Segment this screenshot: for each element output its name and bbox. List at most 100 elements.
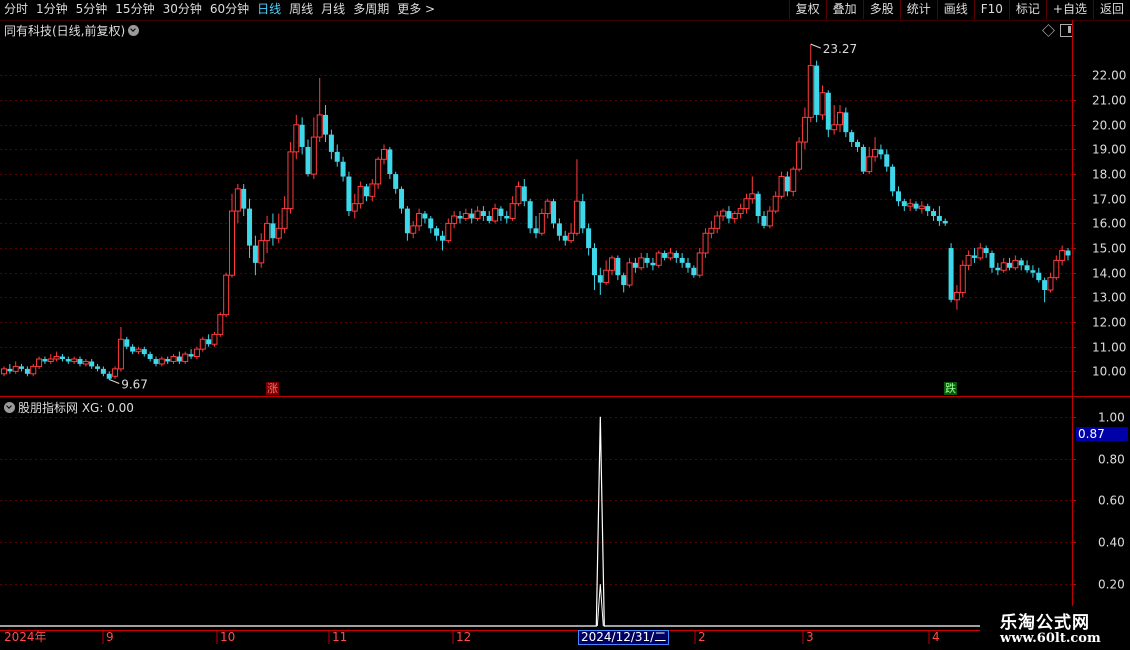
candle-body	[556, 223, 562, 236]
candle-body	[580, 201, 586, 229]
watermark-title: 乐淘公式网	[1000, 613, 1090, 633]
candle-body	[1018, 260, 1024, 266]
candle-body	[474, 210, 481, 219]
candle-body	[141, 349, 147, 355]
y-tick-label: 0.60	[1098, 494, 1125, 508]
candle-body	[989, 252, 995, 268]
candle-body	[281, 208, 288, 229]
candle-body	[404, 208, 410, 234]
candle-body	[1, 368, 7, 375]
candle-body	[591, 248, 597, 276]
candle-body	[19, 366, 25, 369]
candle-body	[819, 92, 826, 116]
date-label-0: 2024年	[4, 630, 47, 644]
candle-body	[346, 176, 352, 212]
y-tick-label: 10.00	[1092, 365, 1126, 379]
candle-body	[95, 366, 101, 369]
y-tick-label: 0.40	[1098, 536, 1125, 550]
candle-body	[410, 225, 417, 234]
candle-body	[696, 252, 703, 276]
candle-body	[936, 216, 942, 221]
y-tick-label: 19.00	[1092, 143, 1126, 157]
candle-body	[533, 228, 539, 234]
candle-body	[135, 348, 142, 353]
candle-body	[165, 359, 171, 362]
candle-body	[685, 262, 691, 268]
candle-body	[691, 267, 697, 276]
candle-body	[655, 252, 662, 266]
kline-chart[interactable]: 10.00 11.00 12.00 13.00 14.00 15.00 16.00 17.00…	[0, 0, 1130, 650]
candle-body	[176, 356, 182, 362]
candle-body	[527, 201, 533, 229]
candle-body	[42, 359, 48, 362]
y-tick-label: 20.00	[1092, 119, 1126, 133]
candle-body	[12, 365, 19, 372]
date-label-4: 12	[456, 630, 472, 644]
y-tick-label: 16.00	[1092, 217, 1126, 231]
candle-body	[393, 174, 399, 189]
candle-body	[247, 208, 253, 246]
candle-body	[188, 354, 194, 357]
high-pointer	[810, 43, 821, 49]
candle-body	[498, 208, 504, 216]
candle-body	[422, 213, 428, 219]
candle-body	[948, 248, 954, 300]
candle-body	[825, 92, 831, 130]
candle-body	[293, 124, 300, 153]
candle-body	[907, 203, 914, 207]
candle-body	[252, 245, 258, 263]
y-tick-label: 13.00	[1092, 291, 1126, 305]
candle-body	[726, 211, 732, 219]
candle-body	[106, 373, 112, 379]
candle-body	[731, 213, 738, 219]
candle-body	[621, 275, 627, 286]
candle-body	[287, 151, 294, 210]
candle-body	[743, 198, 750, 210]
candle-body	[351, 203, 358, 212]
candle-body	[855, 142, 861, 147]
candle-body	[399, 188, 405, 209]
candle-body	[375, 158, 382, 185]
candle-body	[586, 228, 592, 249]
candle-body	[925, 206, 931, 212]
y-tick-label: 14.00	[1092, 267, 1126, 281]
low-pointer	[109, 379, 120, 384]
y-tick-label: 12.00	[1092, 316, 1126, 330]
candle-body	[340, 161, 346, 177]
candle-body	[323, 114, 329, 135]
candle-body	[504, 216, 510, 219]
candle-body	[30, 365, 37, 375]
candle-body	[234, 188, 241, 212]
candle-body	[462, 213, 469, 219]
candle-body	[679, 257, 685, 263]
candle-body	[206, 339, 212, 345]
candle-body	[89, 361, 95, 367]
candle-body	[24, 368, 30, 374]
candle-body	[931, 211, 937, 216]
candle-body	[480, 211, 486, 216]
y-tick-label: 1.00	[1098, 411, 1125, 425]
y-tick-label: 18.00	[1092, 168, 1126, 182]
candle-body	[387, 149, 393, 175]
candle-body	[878, 149, 884, 155]
candle-body	[1000, 262, 1007, 271]
candle-body	[428, 218, 434, 229]
fall-marker: 跌	[944, 382, 957, 395]
candle-body	[953, 291, 960, 301]
candle-body	[1007, 262, 1013, 268]
candle-body	[890, 166, 896, 192]
indicator-title[interactable]: 股朋指标网 XG: 0.00	[4, 399, 134, 416]
candle-body	[434, 228, 440, 236]
candle-body	[1024, 265, 1030, 271]
candle-body	[714, 215, 721, 229]
watermark-url: www.60lt.com	[1000, 631, 1101, 646]
candle-body	[112, 368, 119, 377]
candle-body	[182, 353, 189, 362]
candle-body	[544, 200, 551, 215]
candle-body	[521, 186, 527, 202]
candle-body	[551, 201, 557, 224]
y-tick-label: 22.00	[1092, 69, 1126, 83]
chevron-down-icon[interactable]	[4, 402, 15, 413]
candle-body	[918, 205, 925, 210]
candle-body	[275, 227, 282, 239]
